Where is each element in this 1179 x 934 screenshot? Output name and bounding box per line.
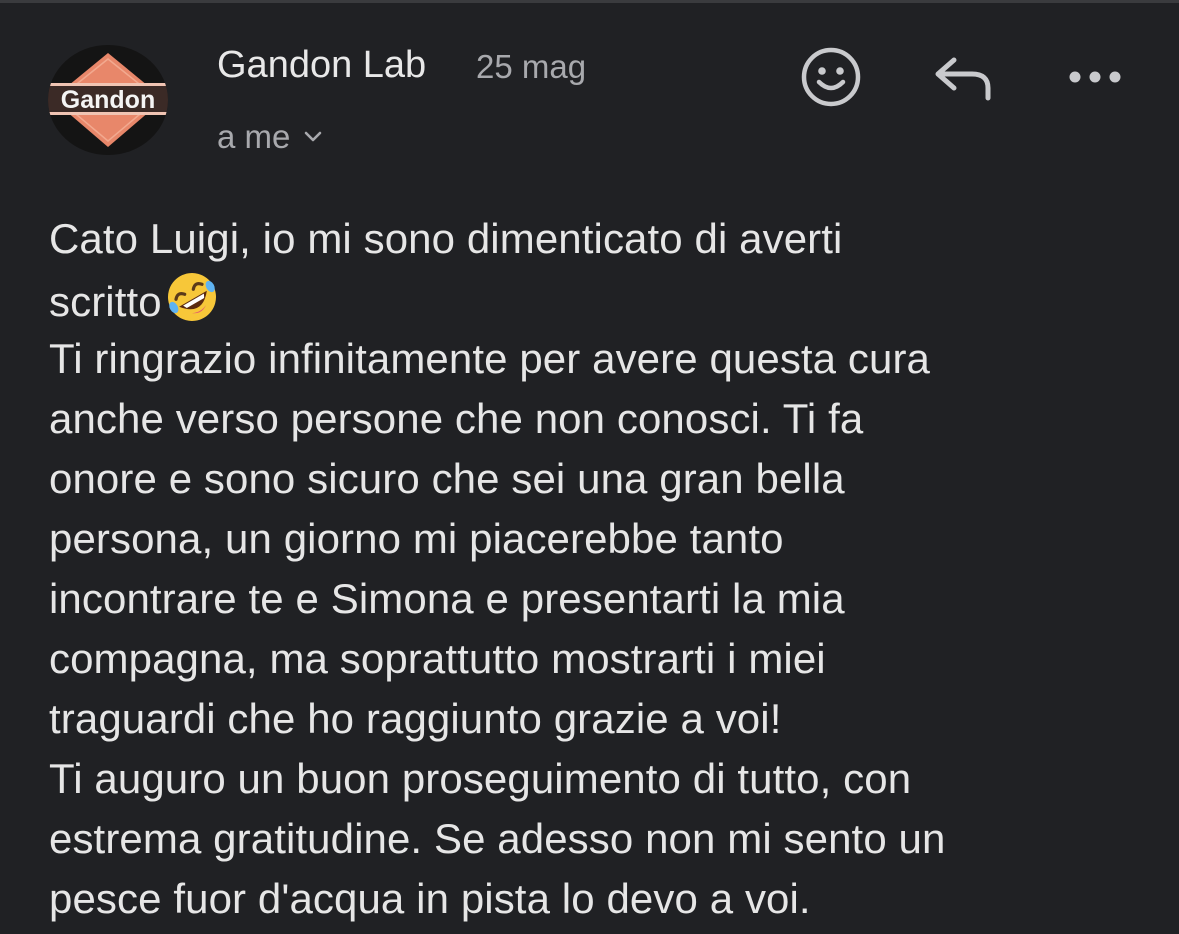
reply-button[interactable] [928,42,998,112]
reply-arrow-icon [935,57,991,101]
recipient-label: a me [217,118,291,155]
chevron-down-icon [304,131,322,143]
sender-avatar[interactable]: Gandon [48,45,168,155]
avatar-logo-text: Gandon [61,86,155,114]
message-line: incontrare te e Simona e presentarti la … [49,575,845,622]
rolling-on-floor-laughing-emoji-icon [167,273,216,321]
message-header: Gandon Gandon Lab 25 mag a me [0,0,1179,180]
message-line-with-emoji: scritto [49,269,1159,329]
message-line: persona, un giorno mi piacerebbe tanto [49,515,784,562]
smiley-face-icon [801,47,861,107]
message-line: Ti ringrazio infinitamente per avere que… [49,335,931,382]
message-line: traguardi che ho raggiunto grazie a voi! [49,695,782,742]
message-line: Cato Luigi, io mi sono dimenticato di av… [49,215,843,262]
add-reaction-button[interactable] [796,42,866,112]
message-line: pesce fuor d'acqua in pista lo devo a vo… [49,875,811,922]
more-options-button[interactable] [1060,42,1130,112]
gandon-logo-icon: Gandon [48,53,168,147]
message-date: 25 mag [476,48,587,85]
more-horizontal-icon [1069,71,1121,83]
message-line: estrema gratitudine. Se adesso non mi se… [49,815,946,862]
message-body: Cato Luigi, io mi sono dimenticato di av… [49,209,1159,929]
message-line: anche verso persone che non conosci. Ti … [49,395,864,442]
recipient-details-toggle[interactable]: a me [217,117,322,157]
message-line: compagna, ma soprattutto mostrarti i mie… [49,635,826,682]
message-line: Ti auguro un buon proseguimento di tutto… [49,755,912,802]
message-line: onore e sono sicuro che sei una gran bel… [49,455,845,502]
message-line: scritto [49,278,162,325]
sender-name[interactable]: Gandon Lab [217,44,426,87]
